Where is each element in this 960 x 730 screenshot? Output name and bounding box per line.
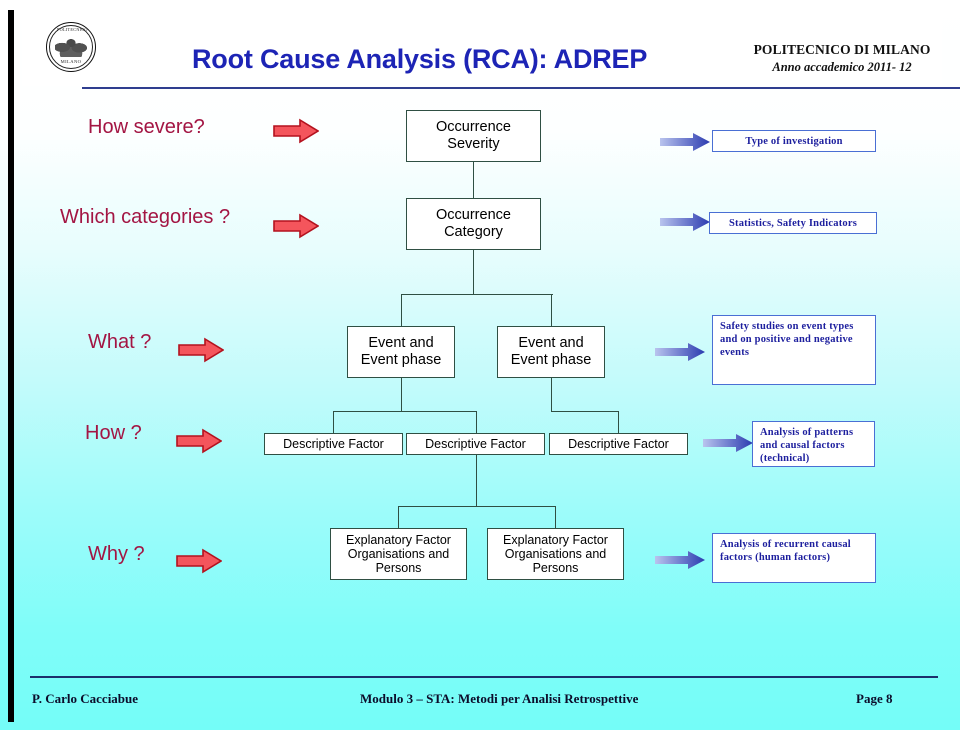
red-arrow-icon-2 <box>273 213 319 239</box>
box-occurrence-category: Occurrence Category <box>406 198 541 250</box>
connector-desc2-drop <box>476 411 478 433</box>
output-box-safety-studies: Safety studies on event types and on pos… <box>712 315 876 385</box>
question-label-which-categories: Which categories ? <box>60 206 231 228</box>
connector-desc-split-bar-left <box>333 411 477 413</box>
red-arrow-icon-4 <box>176 428 222 454</box>
box-event-phase-2-label: Event and Event phase <box>511 335 592 369</box>
red-arrow-icon-3 <box>178 337 224 363</box>
connector-event1-down <box>401 378 403 411</box>
connector-expl-split-bar <box>398 506 556 508</box>
academic-year: Anno accademico 2011- 12 <box>772 60 912 74</box>
connector-category-down <box>473 250 475 294</box>
connector-desc2-down <box>476 455 478 506</box>
connector-event-split-bar <box>401 294 553 296</box>
university-name: POLITECNICO DI MILANO <box>753 42 931 57</box>
university-block: POLITECNICO DI MILANO Anno accademico 20… <box>722 42 960 75</box>
explanatory-2-line1: Explanatory Factor <box>503 533 608 547</box>
event-phase-1-line2: Event phase <box>360 352 442 368</box>
box-occurrence-severity-label: Occurrence Severity <box>436 119 511 153</box>
box-occurrence-category-label: Occurrence Category <box>436 207 511 241</box>
occ-cat-line2: Category <box>444 224 503 240</box>
output-box-analysis-recurrent: Analysis of recurrent causal factors (hu… <box>712 533 876 583</box>
connector-desc3-drop <box>618 411 620 433</box>
red-arrow-icon-1 <box>273 118 319 144</box>
occ-sev-line1: Occurrence <box>436 119 511 135</box>
blue-arrow-icon-3 <box>655 343 705 361</box>
box-occurrence-severity: Occurrence Severity <box>406 110 541 162</box>
box-explanatory-factor-2: Explanatory Factor Organisations and Per… <box>487 528 624 580</box>
event-phase-2-line1: Event and <box>518 335 584 351</box>
footer-module: Modulo 3 – STA: Metodi per Analisi Retro… <box>360 691 639 706</box>
box-descriptive-factor-2: Descriptive Factor <box>406 433 545 455</box>
slide-header: POLITECNICO MILANO Root Cause Analysis (… <box>22 14 960 89</box>
occ-cat-line1: Occurrence <box>436 207 511 223</box>
footer-page-number: Page 8 <box>856 691 893 706</box>
connector-desc1-drop <box>333 411 335 433</box>
connector-event2-down <box>551 378 553 411</box>
blue-arrow-icon-1 <box>660 133 710 151</box>
explanatory-1-line2: Organisations and <box>347 547 450 561</box>
connector-desc-split-bar-right <box>551 411 619 413</box>
event-phase-2-line2: Event phase <box>510 352 592 368</box>
explanatory-2-line2: Organisations and <box>504 547 607 561</box>
connector-expl1-drop <box>398 506 400 528</box>
connector-event-left-drop <box>401 294 403 326</box>
output-box-statistics-safety-indicators: Statistics, Safety Indicators <box>709 212 877 234</box>
connector-event-right-drop <box>551 294 553 326</box>
politecnico-seal-logo: POLITECNICO MILANO <box>46 22 100 76</box>
output-box-analysis-patterns: Analysis of patterns and causal factors … <box>752 421 875 467</box>
box-explanatory-factor-1-label: Explanatory Factor Organisations and Per… <box>346 533 451 575</box>
slide-canvas: POLITECNICO MILANO Root Cause Analysis (… <box>0 0 960 730</box>
box-event-phase-1-label: Event and Event phase <box>361 335 442 369</box>
box-event-phase-2: Event and Event phase <box>497 326 605 378</box>
footer-divider <box>30 676 938 678</box>
header-divider <box>82 87 960 89</box>
blue-arrow-icon-5 <box>655 551 705 569</box>
question-label-how-severe: How severe? <box>88 116 205 138</box>
event-phase-1-line1: Event and <box>368 335 434 351</box>
blue-arrow-icon-4 <box>703 434 753 452</box>
blue-arrow-icon-2 <box>660 213 710 231</box>
left-edge-bar <box>8 10 14 722</box>
output-box-type-of-investigation: Type of investigation <box>712 130 876 152</box>
connector-expl2-drop <box>555 506 557 528</box>
question-label-why: Why ? <box>88 543 145 565</box>
occ-sev-line2: Severity <box>447 136 500 152</box>
box-descriptive-factor-1: Descriptive Factor <box>264 433 403 455</box>
box-explanatory-factor-2-label: Explanatory Factor Organisations and Per… <box>503 533 608 575</box>
connector-severity-to-category <box>473 162 475 198</box>
red-arrow-icon-5 <box>176 548 222 574</box>
box-event-phase-1: Event and Event phase <box>347 326 455 378</box>
explanatory-2-line3: Persons <box>532 561 579 575</box>
footer-author: P. Carlo Cacciabue <box>32 691 139 706</box>
explanatory-1-line3: Persons <box>375 561 422 575</box>
box-explanatory-factor-1: Explanatory Factor Organisations and Per… <box>330 528 467 580</box>
question-label-what: What ? <box>88 331 152 353</box>
question-label-how: How ? <box>85 422 142 444</box>
explanatory-1-line1: Explanatory Factor <box>346 533 451 547</box>
seal-figure-icon <box>55 33 87 57</box>
box-descriptive-factor-3: Descriptive Factor <box>549 433 688 455</box>
page-title: Root Cause Analysis (RCA): ADREP <box>192 44 648 74</box>
seal-bottom-text: MILANO <box>60 59 82 64</box>
